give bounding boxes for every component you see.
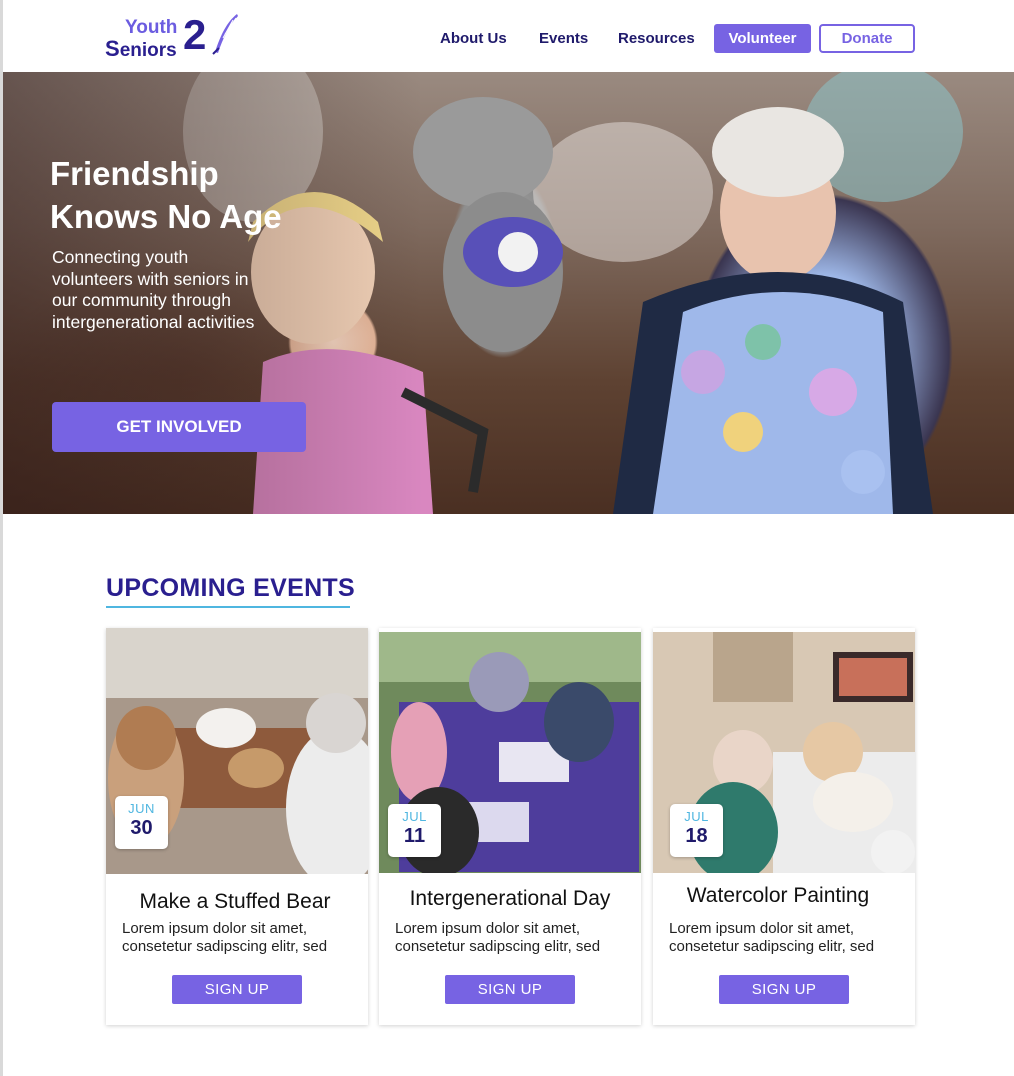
event-day: 30 [130, 817, 153, 839]
sign-up-button[interactable]: SIGN UP [719, 975, 849, 1004]
event-card[interactable]: JUN 30 Make a Stuffed Bear Lorem ipsum d… [106, 628, 368, 1025]
event-month: JUN [128, 801, 155, 816]
get-involved-button[interactable]: GET INVOLVED [52, 402, 306, 452]
event-title: Make a Stuffed Bear [139, 890, 331, 913]
hero-subtitle: Connecting youth volunteers with seniors… [52, 247, 255, 332]
donate-button[interactable]: Donate [819, 24, 915, 53]
event-date-badge: JUL 18 [670, 804, 723, 857]
event-day: 18 [685, 825, 708, 847]
sign-up-button[interactable]: SIGN UP [445, 975, 575, 1004]
event-day: 11 [403, 825, 426, 847]
nav-events[interactable]: Events [539, 30, 588, 47]
event-card[interactable]: JUL 11 Intergenerational Day Lorem ipsum… [379, 628, 641, 1025]
heading-underline [106, 606, 350, 608]
hero-title: Friendship Knows No Age [50, 155, 282, 235]
event-card[interactable]: JUL 18 Watercolor Painting Lorem ipsum d… [653, 628, 915, 1025]
sign-up-button[interactable]: SIGN UP [172, 975, 302, 1004]
event-title: Intergenerational Day [409, 887, 611, 910]
event-date-badge: JUN 30 [115, 796, 168, 849]
event-date-badge: JUL 11 [388, 804, 441, 857]
event-description: Lorem ipsum dolor sit amet, consetetur s… [122, 920, 328, 955]
volunteer-button[interactable]: Volunteer [714, 24, 811, 53]
event-description: Lorem ipsum dolor sit amet, consetetur s… [669, 920, 875, 955]
event-month: JUL [684, 809, 709, 824]
nav-about-us[interactable]: About Us [440, 30, 507, 47]
event-description: Lorem ipsum dolor sit amet, consetetur s… [395, 920, 601, 955]
hero-banner: Friendship Knows No Age Connecting youth … [3, 72, 1014, 514]
site-header: Youth Seniors 2 About Us Events Resource… [3, 0, 1014, 72]
event-month: JUL [402, 809, 427, 824]
nav-resources[interactable]: Resources [618, 30, 695, 47]
upcoming-events-heading: UPCOMING EVENTS [106, 574, 355, 602]
main-nav: About Us Events Resources Volunteer Dona… [3, 24, 1014, 54]
event-title: Watercolor Painting [686, 884, 870, 907]
